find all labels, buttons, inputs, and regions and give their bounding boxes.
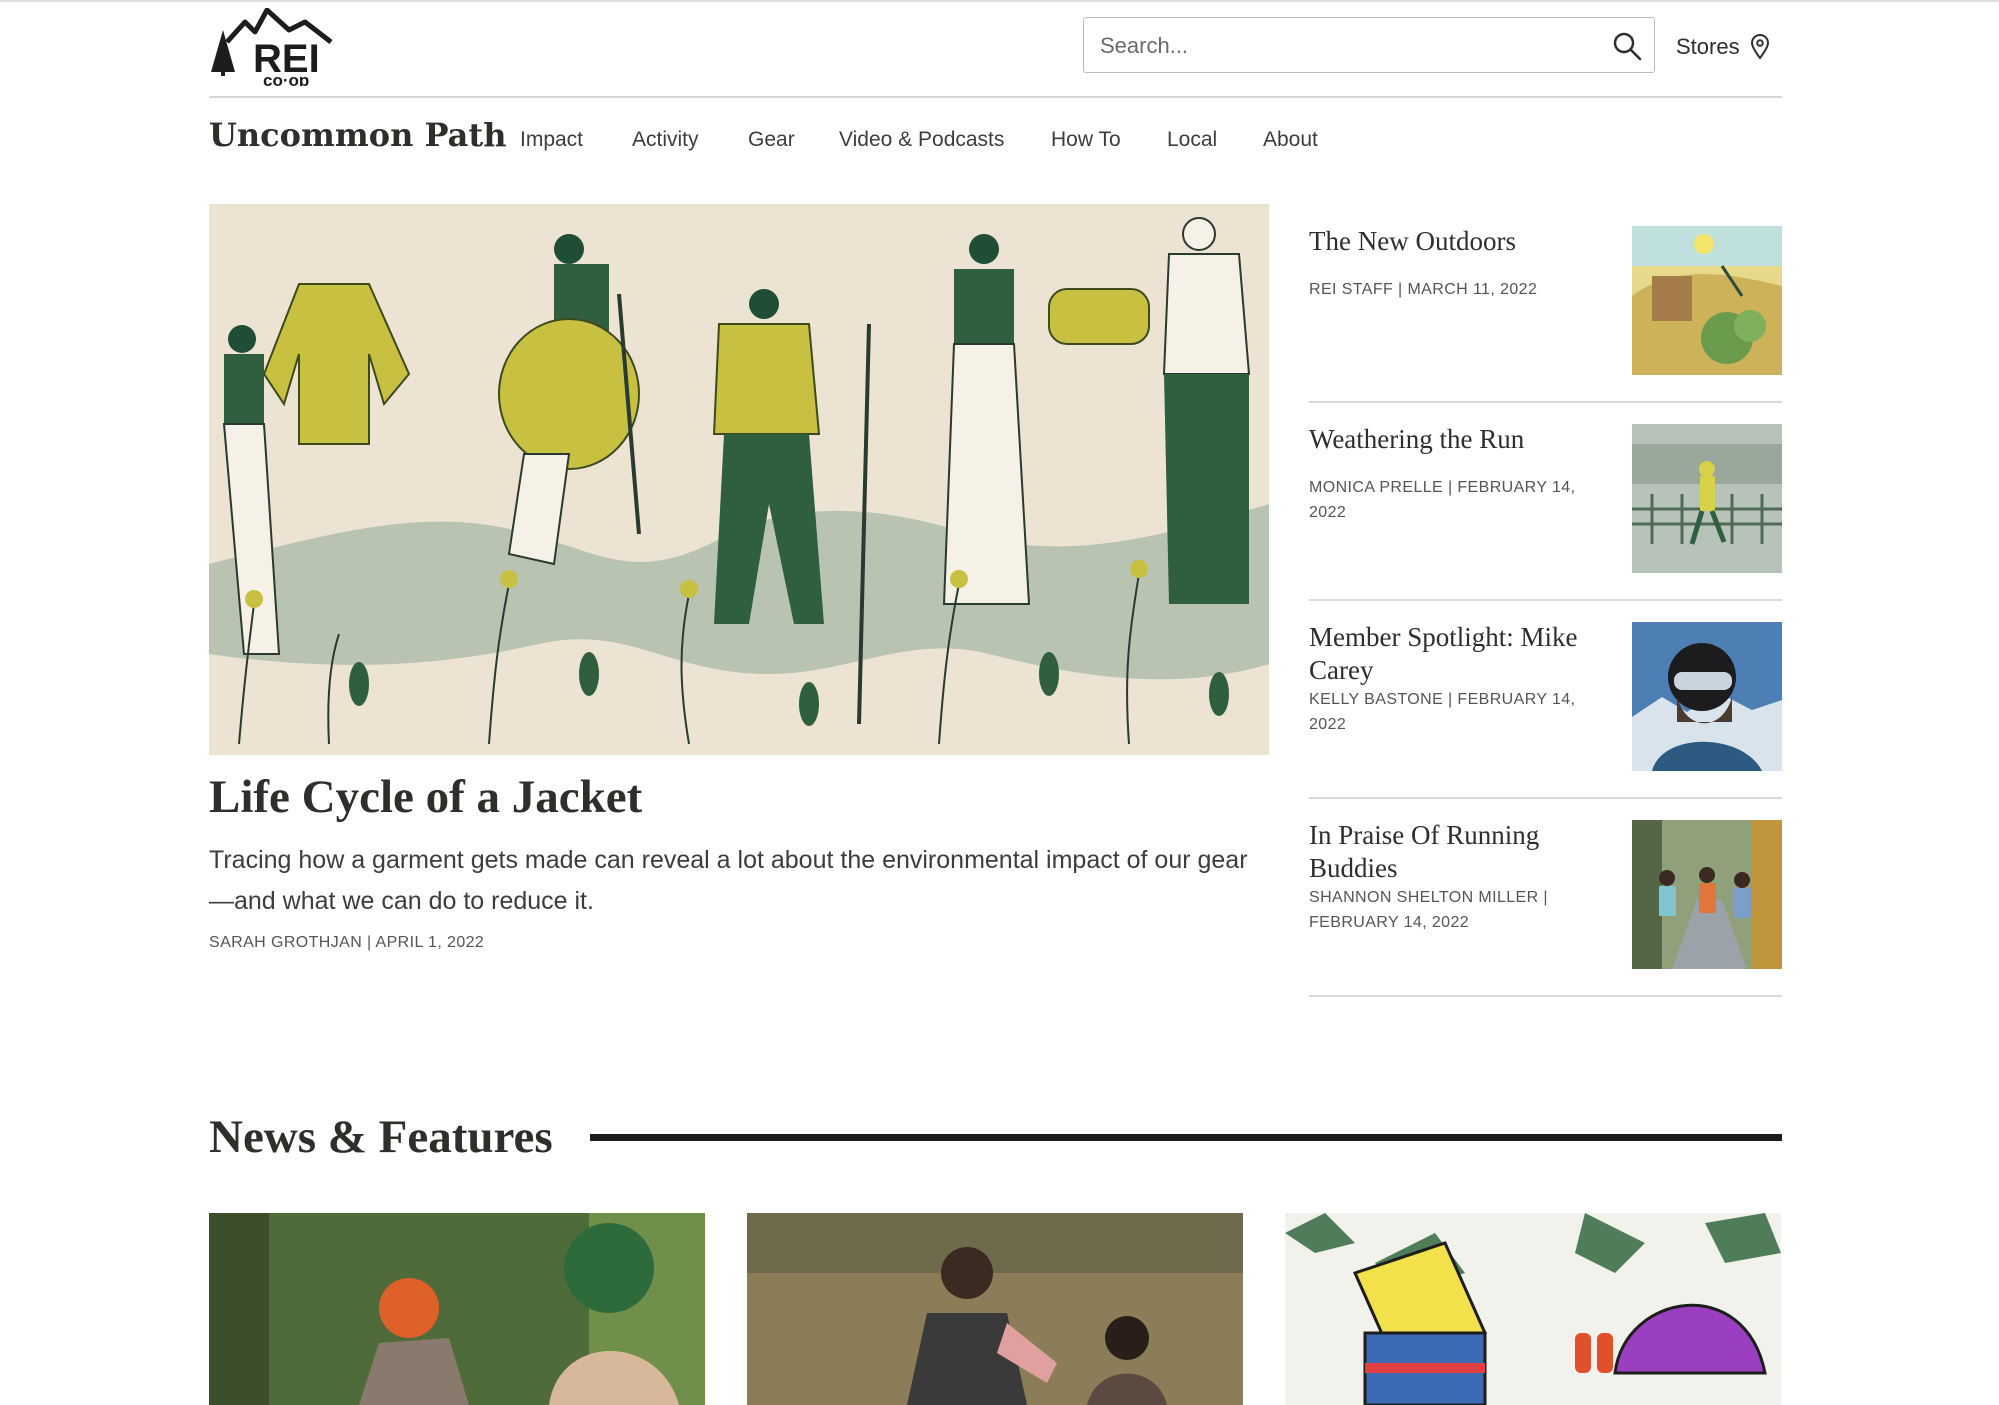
site-title[interactable]: Uncommon Path xyxy=(209,116,506,154)
story-byline: MONICA PRELLE | FEBRUARY 14, 2022 xyxy=(1309,479,1576,521)
map-pin-icon xyxy=(1750,34,1769,60)
hero-description: Tracing how a garment gets made can reve… xyxy=(209,846,1248,915)
story-byline: KELLY BASTONE | FEBRUARY 14, 2022 xyxy=(1309,691,1576,733)
hero-title[interactable]: Life Cycle of a Jacket xyxy=(209,770,642,824)
hero-illustration-jacket[interactable] xyxy=(209,204,1269,755)
news-card[interactable] xyxy=(747,1213,1243,1405)
news-card-image[interactable] xyxy=(209,1213,705,1405)
side-story[interactable]: In Praise Of Running Buddies SHANNON SHE… xyxy=(1309,799,1782,997)
side-story[interactable]: Member Spotlight: Mike Carey KELLY BASTO… xyxy=(1309,601,1782,799)
section-rule xyxy=(590,1134,1782,1141)
news-card[interactable] xyxy=(1285,1213,1781,1405)
news-card[interactable] xyxy=(209,1213,705,1405)
search-input[interactable] xyxy=(1098,18,1582,74)
header-divider xyxy=(209,96,1782,98)
hero-byline: SARAH GROTHJAN | APRIL 1, 2022 xyxy=(209,934,485,951)
stores-label: Stores xyxy=(1676,34,1740,59)
nav-item-video-podcasts[interactable]: Video & Podcasts xyxy=(839,128,1004,152)
story-title[interactable]: Weathering the Run xyxy=(1309,423,1601,456)
story-thumbnail[interactable] xyxy=(1632,820,1782,969)
story-title[interactable]: The New Outdoors xyxy=(1309,225,1601,258)
nav-item-about[interactable]: About xyxy=(1263,128,1318,152)
story-title[interactable]: Member Spotlight: Mike Carey xyxy=(1309,621,1601,687)
top-border xyxy=(0,0,1999,2)
search-icon[interactable] xyxy=(1612,31,1642,61)
nav-item-activity[interactable]: Activity xyxy=(632,128,699,152)
search-box[interactable] xyxy=(1083,17,1655,74)
nav-item-how-to[interactable]: How To xyxy=(1051,128,1121,152)
side-story-list: The New Outdoors REI STAFF | MARCH 11, 2… xyxy=(1309,205,1782,997)
nav-item-gear[interactable]: Gear xyxy=(748,128,795,152)
story-thumbnail[interactable] xyxy=(1632,226,1782,375)
nav-item-impact[interactable]: Impact xyxy=(520,128,583,152)
news-card-image[interactable] xyxy=(747,1213,1243,1405)
side-story[interactable]: The New Outdoors REI STAFF | MARCH 11, 2… xyxy=(1309,205,1782,403)
rei-coop-logo[interactable]: REI co·op xyxy=(209,8,333,86)
news-section-title: News & Features xyxy=(209,1111,553,1163)
story-byline: SHANNON SHELTON MILLER | FEBRUARY 14, 20… xyxy=(1309,889,1548,931)
logo-subtext: co·op xyxy=(263,71,309,86)
story-byline: REI STAFF | MARCH 11, 2022 xyxy=(1309,281,1538,298)
side-story[interactable]: Weathering the Run MONICA PRELLE | FEBRU… xyxy=(1309,403,1782,601)
stores-link[interactable]: Stores xyxy=(1676,30,1770,64)
story-thumbnail[interactable] xyxy=(1632,622,1782,771)
news-card-image[interactable] xyxy=(1285,1213,1781,1405)
story-title[interactable]: In Praise Of Running Buddies xyxy=(1309,819,1601,885)
story-thumbnail[interactable] xyxy=(1632,424,1782,573)
nav-item-local[interactable]: Local xyxy=(1167,128,1217,152)
